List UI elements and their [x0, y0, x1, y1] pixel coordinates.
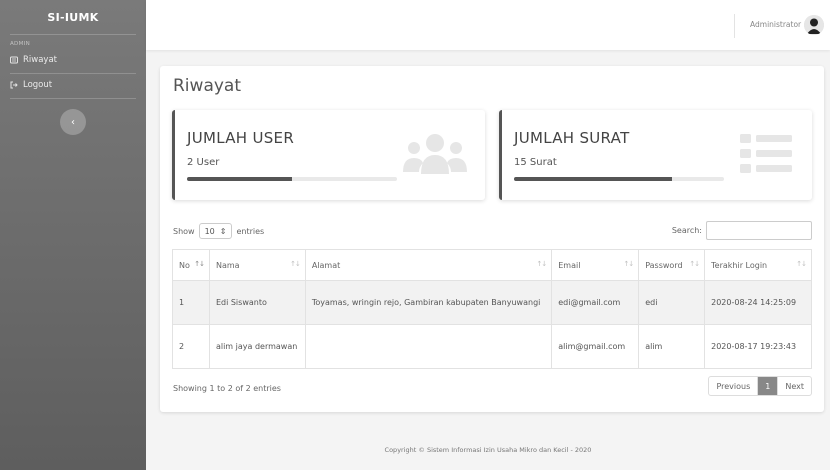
sort-icon: ↑↓ — [194, 260, 205, 268]
pagination: Previous 1 Next — [708, 376, 812, 396]
sidebar-heading: ADMIN — [10, 41, 30, 47]
sidebar-item-logout[interactable]: Logout — [0, 74, 146, 98]
cell-no: 1 — [172, 280, 210, 325]
next-page-button[interactable]: Next — [777, 377, 811, 395]
logout-icon — [10, 81, 18, 89]
entries-length-control: Show 10 ⇕ entries — [173, 223, 264, 239]
entries-value: 10 — [204, 226, 215, 236]
sort-updown-icon: ⇕ — [219, 226, 227, 236]
cell-no: 2 — [172, 324, 210, 369]
sidebar-item-label: Riwayat — [23, 55, 57, 65]
column-header-password[interactable]: Password ↑↓ — [638, 249, 706, 281]
page-button-1[interactable]: 1 — [758, 377, 778, 395]
column-header-alamat[interactable]: Alamat ↑↓ — [304, 249, 553, 281]
sidebar-item-label: Logout — [23, 80, 53, 90]
search-label: Search: — [671, 226, 702, 235]
stat-count: 2 User — [187, 157, 220, 168]
show-label: Show — [173, 226, 195, 236]
user-name[interactable]: Administrator — [750, 20, 801, 29]
sidebar-toggle-button[interactable]: ‹ — [60, 109, 86, 135]
stat-title: JUMLAH USER — [187, 129, 295, 147]
cell-alamat: Toyamas, wringin rejo, Gambiran kabupate… — [304, 280, 553, 325]
cell-nama: alim jaya dermawan — [208, 324, 306, 369]
sort-icon: ↑↓ — [623, 260, 634, 268]
sort-icon: ↑↓ — [536, 260, 547, 268]
sort-icon: ↑↓ — [689, 260, 700, 268]
search-control: Search: — [672, 221, 812, 240]
column-header-no[interactable]: No ↑↓ — [172, 249, 210, 281]
footer-copyright: Copyright © Sistem Informasi Izin Usaha … — [384, 446, 592, 454]
user-avatar-icon[interactable] — [804, 15, 824, 35]
stat-count: 15 Surat — [514, 157, 557, 168]
sidebar-item-riwayat[interactable]: Riwayat — [0, 49, 146, 73]
entries-label: entries — [236, 226, 265, 236]
entries-select[interactable]: 10 ⇕ — [198, 223, 233, 239]
sort-icon: ↑↓ — [290, 260, 301, 268]
table-row: 1 Edi Siswanto Toyamas, wringin rejo, Ga… — [172, 280, 812, 325]
progress-bar — [187, 177, 397, 181]
brand-logo[interactable]: SI-IUMK — [0, 0, 146, 34]
stat-title: JUMLAH SURAT — [514, 129, 630, 147]
stat-card-surat: JUMLAH SURAT 15 Surat — [499, 110, 812, 200]
cell-nama: Edi Siswanto — [208, 280, 306, 325]
stat-card-users: JUMLAH USER 2 User — [172, 110, 485, 200]
page-title: Riwayat — [173, 76, 241, 96]
cell-alamat — [304, 324, 553, 369]
topbar-divider — [734, 14, 735, 38]
column-header-terakhir-login[interactable]: Terakhir Login ↑↓ — [704, 249, 812, 281]
progress-bar — [514, 177, 724, 181]
sort-icon: ↑↓ — [796, 260, 807, 268]
data-table: No ↑↓ Nama ↑↓ Alamat ↑↓ Email ↑↓ Password ↑↓ … — [172, 249, 812, 369]
cell-terakhir-login: 2020-08-24 14:25:09 — [704, 280, 812, 325]
sidebar: SI-IUMK ADMIN Riwayat Logout ‹ — [0, 0, 146, 470]
list-icon — [726, 130, 798, 178]
column-header-nama[interactable]: Nama ↑↓ — [208, 249, 306, 281]
sidebar-divider — [10, 98, 136, 99]
cell-terakhir-login: 2020-08-17 19:23:43 — [704, 324, 812, 369]
cell-password: alim — [638, 324, 706, 369]
chevron-left-icon: ‹ — [71, 116, 75, 128]
column-header-email[interactable]: Email ↑↓ — [551, 249, 640, 281]
table-row: 2 alim jaya dermawan alim@gmail.com alim… — [172, 324, 812, 369]
cell-email: alim@gmail.com — [551, 324, 640, 369]
users-icon — [399, 130, 471, 178]
topbar: Administrator — [146, 0, 830, 50]
search-input[interactable] — [706, 221, 812, 240]
cell-email: edi@gmail.com — [551, 280, 640, 325]
previous-page-button[interactable]: Previous — [709, 377, 759, 395]
cell-password: edi — [638, 280, 706, 325]
table-header-row: No ↑↓ Nama ↑↓ Alamat ↑↓ Email ↑↓ Password ↑↓ … — [172, 249, 812, 281]
history-icon — [10, 56, 18, 64]
table-info: Showing 1 to 2 of 2 entries — [173, 384, 281, 393]
main-card: Riwayat JUMLAH USER 2 User JUMLAH SURAT … — [160, 66, 824, 412]
